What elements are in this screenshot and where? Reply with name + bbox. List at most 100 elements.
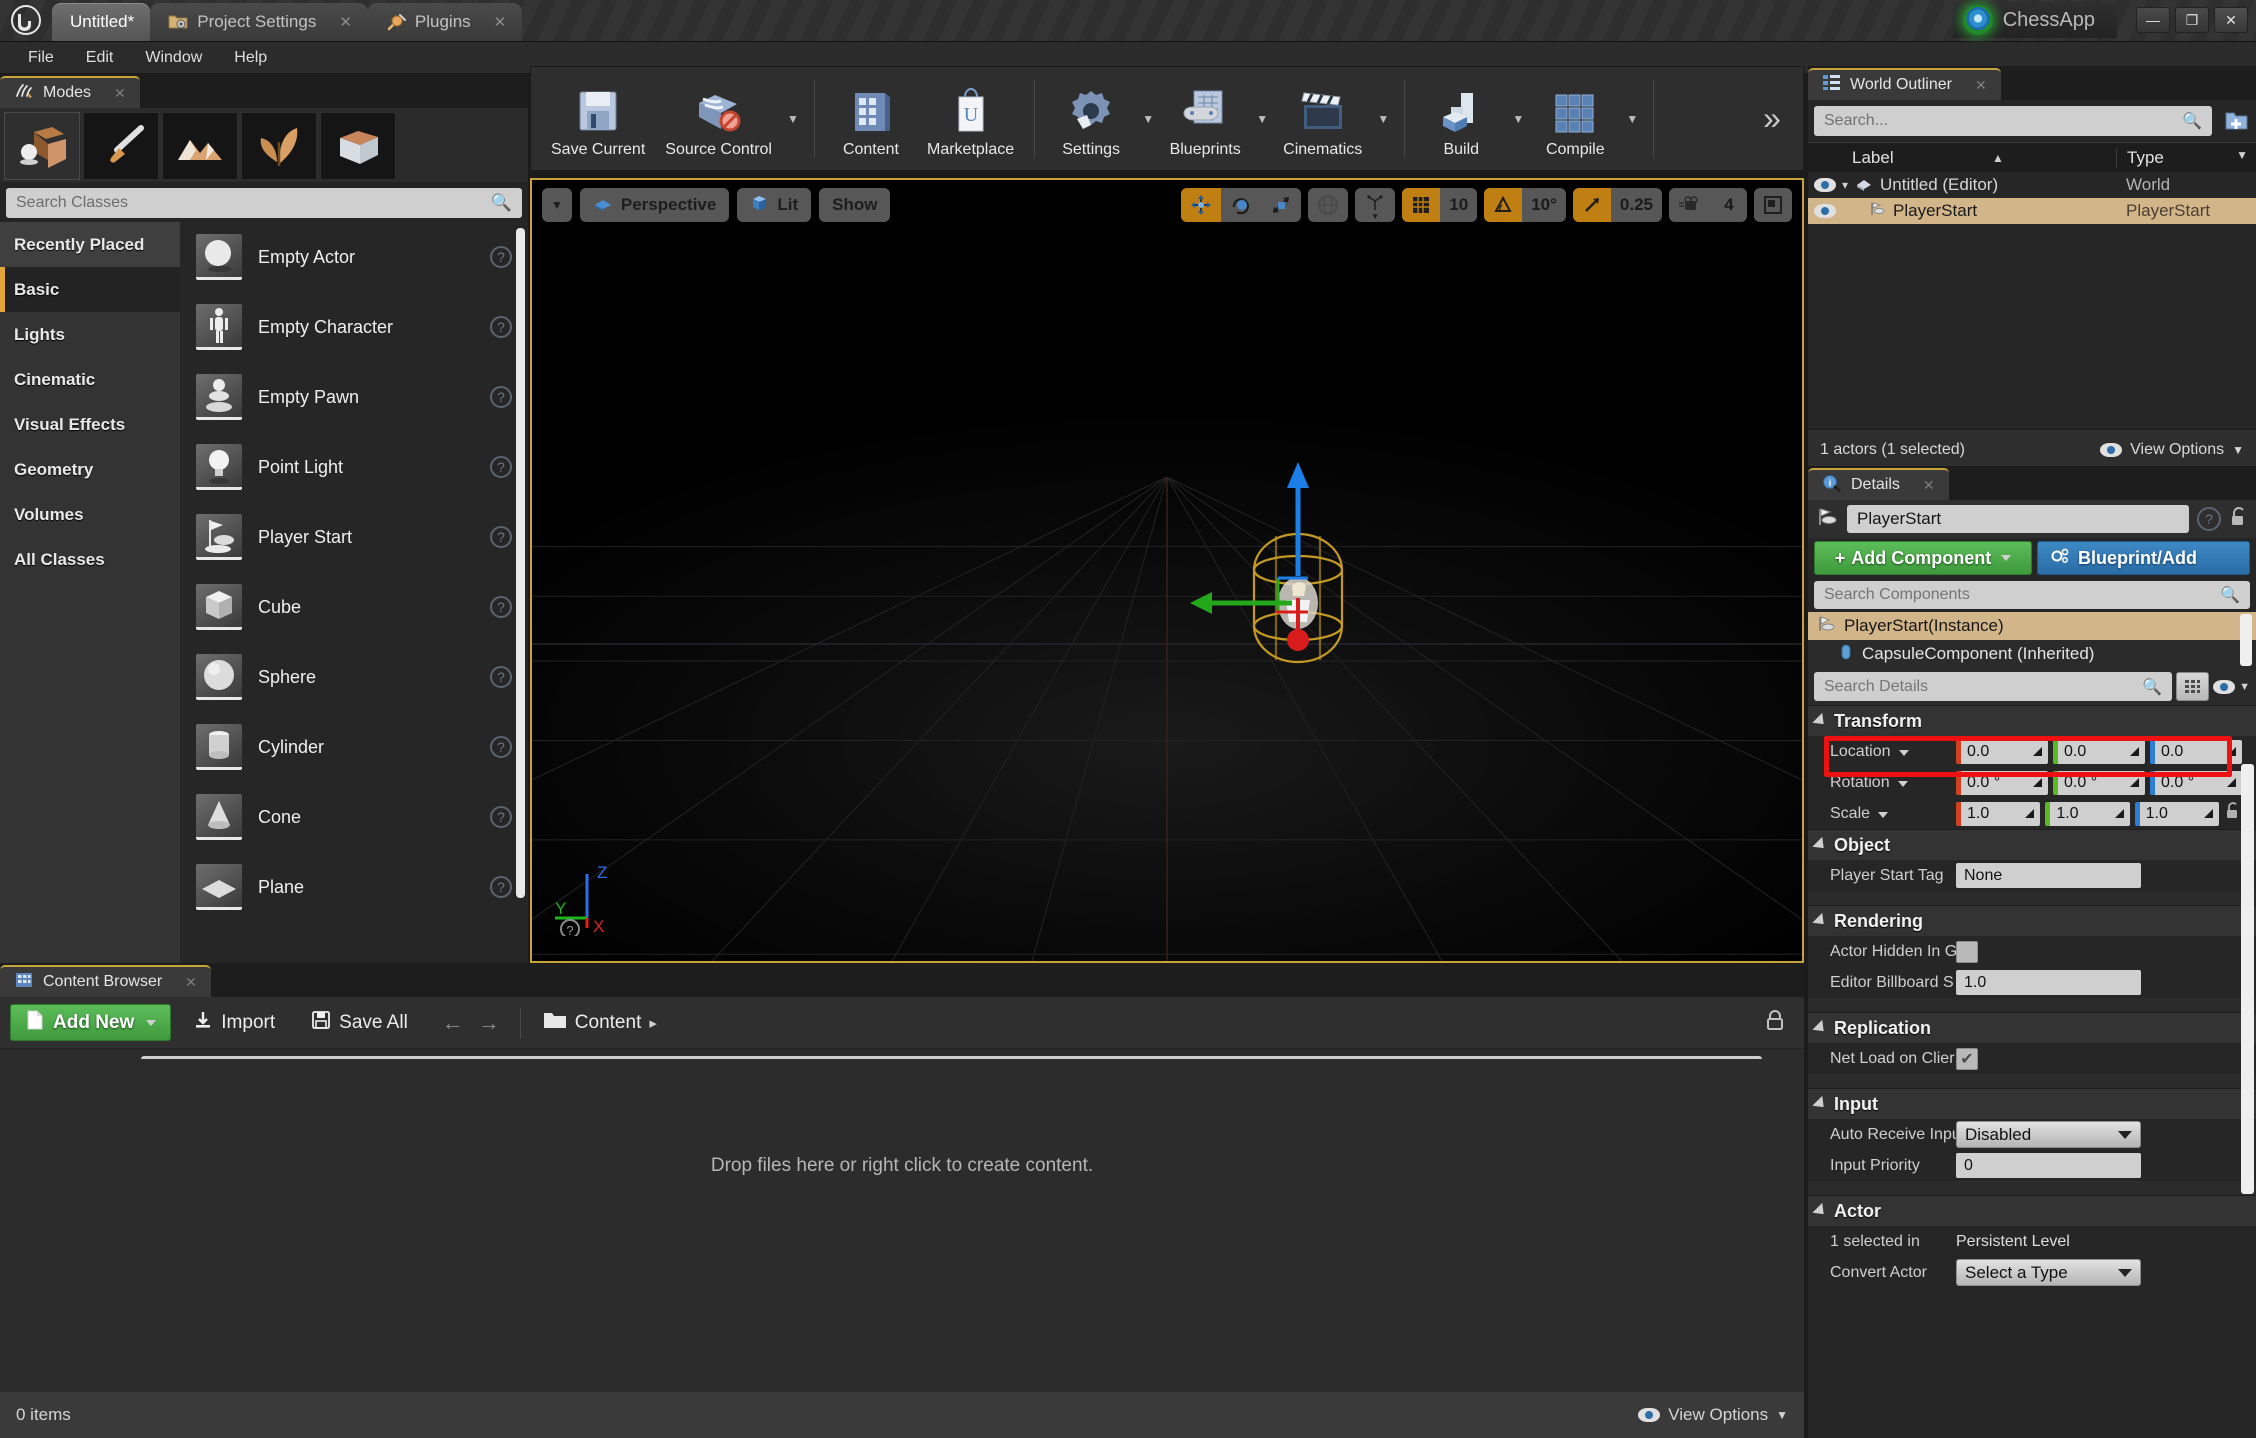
scale-z-input[interactable]: 1.0: [2134, 801, 2219, 826]
list-item[interactable]: Point Light ?: [180, 432, 528, 502]
details-scrollbar[interactable]: [2241, 764, 2254, 1194]
category-visual-effects[interactable]: Visual Effects: [0, 402, 180, 447]
spinner-icon[interactable]: [2114, 809, 2124, 818]
paint-mode-icon[interactable]: [83, 112, 159, 180]
surface-snap-icon[interactable]: ▼: [1355, 188, 1395, 222]
lock-icon[interactable]: [2229, 506, 2249, 533]
scale-tool[interactable]: [1261, 188, 1301, 222]
help-icon[interactable]: ?: [490, 386, 512, 408]
world-icon[interactable]: [1308, 188, 1348, 222]
section-transform-header[interactable]: Transform: [1808, 705, 2256, 736]
import-button[interactable]: Import: [179, 1004, 289, 1041]
spinner-icon[interactable]: [2130, 747, 2139, 756]
transform-gizmo[interactable]: [1168, 448, 1428, 703]
chevron-down-icon[interactable]: ▼: [2239, 681, 2250, 693]
help-icon[interactable]: ?: [490, 456, 512, 478]
location-x-input[interactable]: 0.0: [1956, 739, 2048, 764]
expander-icon[interactable]: ▾: [1842, 178, 1848, 192]
net-load-checkbox[interactable]: ✔: [1956, 1047, 1978, 1070]
angle-snap-value[interactable]: 10°: [1522, 188, 1566, 222]
visibility-eye-icon[interactable]: [1808, 204, 1842, 218]
search-classes-input[interactable]: Search Classes 🔍: [6, 188, 522, 218]
list-item[interactable]: Empty Pawn ?: [180, 362, 528, 432]
rotation-y-input[interactable]: 0.0 °: [2053, 770, 2145, 795]
category-basic[interactable]: Basic: [0, 267, 180, 312]
actor-name-field[interactable]: PlayerStart: [1847, 505, 2189, 533]
section-actor-header[interactable]: Actor: [1808, 1195, 2256, 1226]
close-icon[interactable]: ✕: [1923, 477, 1935, 494]
player-start-tag-input[interactable]: None: [1956, 863, 2141, 888]
location-z-input[interactable]: 0.0: [2150, 739, 2242, 764]
content-button[interactable]: Content: [825, 70, 917, 168]
category-lights[interactable]: Lights: [0, 312, 180, 357]
place-mode-icon[interactable]: [4, 112, 80, 180]
list-item[interactable]: Empty Character ?: [180, 292, 528, 362]
help-icon[interactable]: ?: [490, 316, 512, 338]
content-view-options-button[interactable]: View Options ▼: [1638, 1405, 1788, 1425]
tab-modes[interactable]: Modes ✕: [0, 76, 140, 108]
spinner-icon[interactable]: [2025, 809, 2035, 818]
help-icon[interactable]: ?: [490, 526, 512, 548]
tab-untitled[interactable]: Untitled*: [52, 3, 151, 41]
section-rendering-header[interactable]: Rendering: [1808, 905, 2256, 936]
close-button[interactable]: ✕: [2214, 7, 2248, 33]
help-icon[interactable]: ?: [490, 246, 512, 268]
scale-lock-icon[interactable]: [2224, 801, 2242, 826]
menu-edit[interactable]: Edit: [72, 45, 128, 71]
actor-hidden-checkbox[interactable]: [1956, 940, 1978, 963]
tab-world-outliner[interactable]: World Outliner ✕: [1808, 68, 2001, 100]
list-item[interactable]: Cube ?: [180, 572, 528, 642]
category-geometry[interactable]: Geometry: [0, 447, 180, 492]
lock-icon[interactable]: [1764, 1008, 1794, 1037]
spinner-icon[interactable]: [2033, 778, 2042, 787]
chevron-down-icon[interactable]: ▼: [1137, 70, 1159, 168]
camera-speed-icon[interactable]: [1669, 188, 1711, 222]
grid-snap-value[interactable]: 10: [1440, 188, 1477, 222]
close-icon[interactable]: ✕: [494, 13, 507, 31]
component-scrollbar[interactable]: [2240, 614, 2252, 666]
list-item[interactable]: Cylinder ?: [180, 712, 528, 782]
view-mode-perspective-button[interactable]: Perspective: [579, 188, 730, 222]
help-icon[interactable]: ?: [490, 876, 512, 898]
foliage-mode-icon[interactable]: [241, 112, 317, 180]
section-object-header[interactable]: Object: [1808, 829, 2256, 860]
geometry-mode-icon[interactable]: [320, 112, 396, 180]
restore-button[interactable]: ❐: [2175, 7, 2209, 33]
chevron-down-icon[interactable]: ▼: [1372, 70, 1394, 168]
tab-content-browser[interactable]: Content Browser ✕: [0, 965, 211, 997]
type-column-header[interactable]: Type ▼: [2116, 147, 2256, 168]
add-new-button[interactable]: Add New: [10, 1004, 172, 1041]
component-row-playerstart[interactable]: PlayerStart(Instance): [1808, 612, 2256, 640]
list-item[interactable]: Empty Actor ?: [180, 222, 528, 292]
list-item[interactable]: Plane ?: [180, 852, 528, 922]
label-column-header[interactable]: Label ▲: [1842, 148, 2116, 168]
search-components-input[interactable]: Search Components 🔍: [1814, 581, 2250, 609]
add-folder-icon[interactable]: [2218, 110, 2256, 132]
save-all-button[interactable]: Save All: [297, 1004, 422, 1041]
settings-button[interactable]: Settings: [1045, 70, 1137, 168]
list-item[interactable]: Sphere ?: [180, 642, 528, 712]
chevron-down-icon[interactable]: [1898, 780, 1909, 787]
tab-project-settings[interactable]: Project Settings ✕: [150, 3, 368, 41]
maximize-viewport-icon[interactable]: [1754, 188, 1792, 222]
table-row[interactable]: PlayerStart PlayerStart: [1808, 198, 2256, 224]
list-item[interactable]: Player Start ?: [180, 502, 528, 572]
list-item[interactable]: Cone ?: [180, 782, 528, 852]
spinner-icon[interactable]: [2033, 747, 2042, 756]
help-icon[interactable]: ?: [2197, 507, 2221, 531]
marketplace-button[interactable]: U Marketplace: [917, 70, 1024, 168]
chevron-down-icon[interactable]: ▼: [1251, 70, 1273, 168]
rotation-z-input[interactable]: 0.0 °: [2150, 770, 2242, 795]
tab-details[interactable]: i Details ✕: [1808, 468, 1949, 500]
chevron-down-icon[interactable]: [1898, 749, 1909, 756]
chevron-down-icon[interactable]: ▼: [782, 70, 804, 168]
save-current-button[interactable]: Save Current: [541, 70, 655, 168]
show-menu-button[interactable]: Show: [819, 188, 891, 222]
item-list-scrollbar[interactable]: [516, 228, 525, 898]
category-cinematic[interactable]: Cinematic: [0, 357, 180, 402]
rotation-x-input[interactable]: 0.0 °: [1956, 770, 2048, 795]
lit-mode-button[interactable]: Lit: [737, 188, 812, 222]
level-viewport[interactable]: ▼ Perspective Lit Show ▼ 10 10° 0.25 4 Z…: [530, 178, 1804, 963]
camera-speed-value[interactable]: 4: [1711, 188, 1747, 222]
toolbar-overflow-button[interactable]: »: [1741, 70, 1803, 168]
